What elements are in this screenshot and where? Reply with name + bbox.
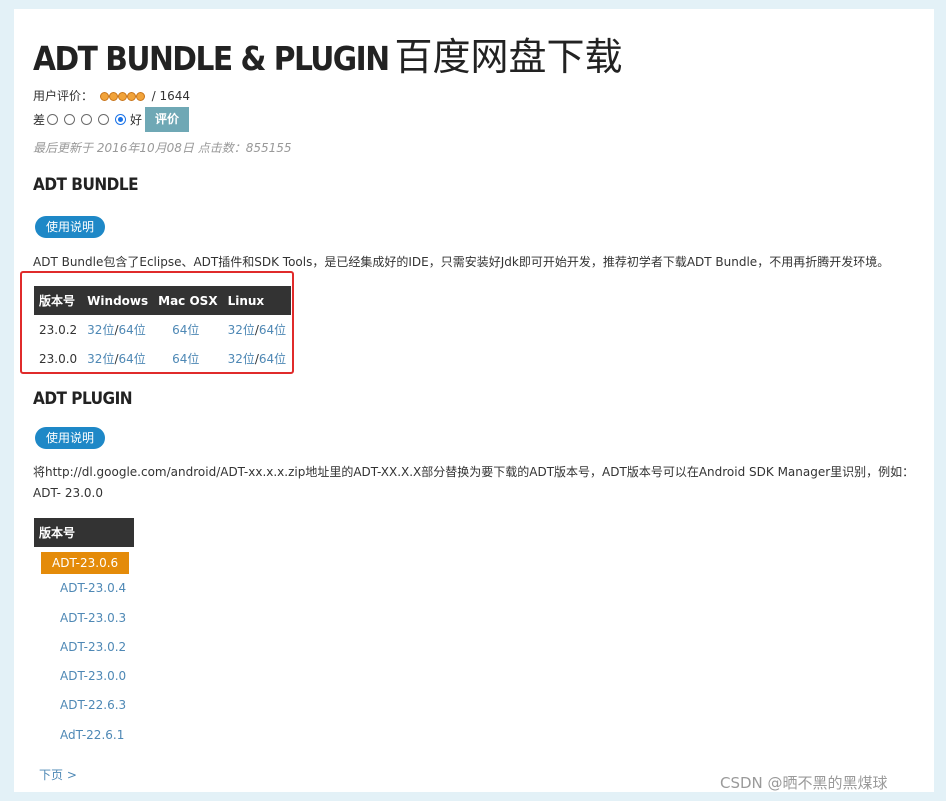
rating-summary: 用户评价： / 1644 xyxy=(33,87,190,104)
download-link[interactable]: 32位 xyxy=(228,323,255,337)
rating-low-label: 差 xyxy=(33,112,46,127)
version-cell: 23.0.0 xyxy=(39,351,78,366)
col-linux: Linux xyxy=(222,286,292,315)
rating-radio-5[interactable] xyxy=(115,113,127,125)
page-title: ADT BUNDLE & PLUGIN 百度网盘下载 xyxy=(33,33,623,83)
mac-cell: 64位 xyxy=(153,315,222,344)
rating-radio-4[interactable] xyxy=(98,113,110,125)
rate-submit-button[interactable]: 评价 xyxy=(145,106,190,132)
star-icon xyxy=(126,91,136,101)
star-icon xyxy=(117,91,127,101)
plugin-table: 版本号 xyxy=(34,518,134,547)
windows-cell: 32位/64位 xyxy=(87,352,146,366)
table-header-row: 版本号 Windows Mac OSX Linux xyxy=(34,286,292,315)
linux-cell: 32位/64位 xyxy=(227,352,287,366)
bundle-help-button[interactable]: 使用说明 xyxy=(35,216,106,238)
download-link[interactable]: 64位 xyxy=(259,352,286,366)
page-title-en: ADT BUNDLE & PLUGIN xyxy=(33,39,390,78)
version-cell: 23.0.2 xyxy=(39,322,78,337)
plugin-description-line1: 将http://dl.google.com/android/ADT-xx.x.x… xyxy=(33,465,915,479)
page-title-zh: 百度网盘下载 xyxy=(394,35,623,79)
rating-radio-2[interactable] xyxy=(64,113,76,125)
version-link[interactable]: ADT-23.0.0 xyxy=(41,669,126,683)
plugin-description: 将http://dl.google.com/android/ADT-xx.x.x… xyxy=(33,462,928,504)
download-link[interactable]: 32位 xyxy=(87,323,114,337)
rating-high-label: 好 xyxy=(130,112,143,127)
bundle-description: ADT Bundle包含了Eclipse、ADT插件和SDK Tools，是已经… xyxy=(33,255,890,269)
linux-cell: 32位/64位 xyxy=(227,323,287,337)
star-icon xyxy=(99,91,109,101)
rating-radio-1[interactable] xyxy=(47,113,59,125)
rating-form: 差 好 评价 xyxy=(33,106,190,132)
col-version: 版本号 xyxy=(34,286,83,315)
rating-label: 用户评价： xyxy=(33,89,94,103)
download-link[interactable]: 64位 xyxy=(119,323,146,337)
download-link[interactable]: 64位 xyxy=(172,323,199,337)
star-icon xyxy=(135,91,145,101)
download-link[interactable]: 32位 xyxy=(87,352,114,366)
last-updated: 最后更新于 2016年10月08日 点击数：855155 xyxy=(33,141,292,155)
download-link[interactable]: 64位 xyxy=(172,352,199,366)
table-row: 23.0.2 32位/64位 64位 32位/64位 xyxy=(34,315,291,344)
plugin-description-line2: ADT- 23.0.0 xyxy=(33,486,103,500)
col-version: 版本号 xyxy=(34,518,134,547)
watermark: CSDN @晒不黑的黑煤球 xyxy=(720,774,888,792)
star-icon xyxy=(108,91,118,101)
bundle-heading: ADT BUNDLE xyxy=(33,175,139,195)
download-link[interactable]: 64位 xyxy=(119,352,146,366)
rating-radio-3[interactable] xyxy=(81,113,93,125)
mac-cell: 64位 xyxy=(153,344,222,373)
content-panel: ADT BUNDLE & PLUGIN 百度网盘下载 用户评价： / 1644 差… xyxy=(14,9,934,792)
col-mac: Mac OSX xyxy=(153,286,223,315)
col-windows: Windows xyxy=(82,286,154,315)
download-link[interactable]: 32位 xyxy=(228,352,255,366)
rating-stars xyxy=(99,90,145,104)
windows-cell: 32位/64位 xyxy=(87,323,146,337)
version-link[interactable]: AdT-22.6.1 xyxy=(41,728,124,742)
version-item-selected[interactable]: ADT-23.0.6 xyxy=(41,552,130,574)
table-row: 23.0.0 32位/64位 64位 32位/64位 xyxy=(34,344,291,373)
plugin-help-button[interactable]: 使用说明 xyxy=(35,427,106,449)
version-link[interactable]: ADT-23.0.2 xyxy=(41,640,126,654)
version-link[interactable]: ADT-22.6.3 xyxy=(41,698,126,712)
plugin-heading: ADT PLUGIN xyxy=(33,389,133,409)
download-link[interactable]: 64位 xyxy=(259,323,286,337)
table-header-row: 版本号 xyxy=(34,518,134,547)
version-link[interactable]: ADT-23.0.3 xyxy=(41,611,126,625)
plugin-version-list: ADT-23.0.6 ADT-23.0.4 ADT-23.0.3 ADT-23.… xyxy=(41,552,130,757)
next-page-link[interactable]: 下页 > xyxy=(39,766,77,783)
bundle-table: 版本号 Windows Mac OSX Linux 23.0.2 32位/64位… xyxy=(34,286,292,373)
rating-count: / 1644 xyxy=(151,89,191,103)
version-link[interactable]: ADT-23.0.4 xyxy=(41,581,126,595)
